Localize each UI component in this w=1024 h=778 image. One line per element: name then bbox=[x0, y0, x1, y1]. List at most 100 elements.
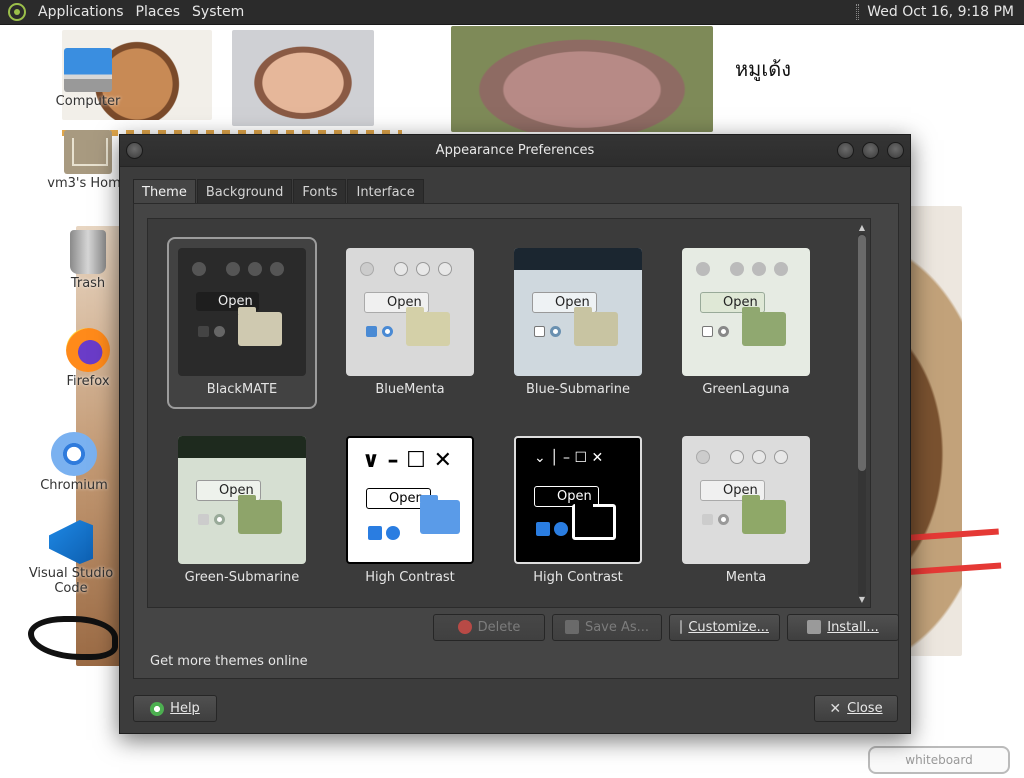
theme-name: BlueMenta bbox=[375, 382, 445, 397]
mini-radio bbox=[554, 522, 568, 536]
theme-name: Menta bbox=[725, 570, 767, 585]
mate-logo-icon[interactable] bbox=[8, 3, 26, 21]
mini-checkbox bbox=[534, 326, 545, 337]
vscode-icon bbox=[49, 520, 93, 564]
mini-button bbox=[730, 450, 744, 464]
menu-places[interactable]: Places bbox=[130, 4, 187, 20]
delete-icon bbox=[457, 620, 472, 634]
theme-thumbnail: Open bbox=[514, 248, 642, 376]
close-x-icon: ✕ bbox=[829, 700, 842, 717]
help-button[interactable]: Help bbox=[133, 695, 217, 722]
whiteboard-watermark: whiteboard bbox=[868, 746, 1010, 774]
tab-fonts[interactable]: Fonts bbox=[293, 179, 347, 205]
menu-system[interactable]: System bbox=[186, 4, 250, 20]
tab-background[interactable]: Background bbox=[196, 179, 293, 205]
close-window-button[interactable] bbox=[887, 142, 904, 159]
theme-name: Blue-Submarine bbox=[525, 382, 631, 397]
theme-item-blue-submarine[interactable]: Open Blue-Submarine bbox=[503, 237, 653, 409]
mini-button bbox=[226, 262, 240, 276]
firefox-icon bbox=[66, 328, 110, 372]
maximize-button[interactable] bbox=[862, 142, 879, 159]
theme-thumbnail: Open bbox=[682, 248, 810, 376]
close-button[interactable]: ✕ Close bbox=[814, 695, 898, 722]
customize-icon bbox=[680, 620, 683, 634]
tab-theme[interactable]: Theme bbox=[133, 179, 196, 205]
mini-radio bbox=[214, 326, 225, 337]
menu-applications[interactable]: Applications bbox=[32, 4, 130, 20]
mini-radio bbox=[382, 326, 393, 337]
save-icon bbox=[564, 620, 579, 634]
folder-icon bbox=[742, 495, 786, 534]
theme-name: GreenLaguna bbox=[702, 382, 790, 397]
scroll-down-arrow-icon[interactable]: ▼ bbox=[857, 595, 867, 604]
install-button-label: Install... bbox=[827, 619, 879, 635]
save-as-button-label: Save As... bbox=[584, 619, 650, 635]
mini-button bbox=[752, 450, 766, 464]
gallery-scrollbar[interactable]: ▲ ▼ bbox=[857, 223, 867, 605]
mini-titlebar bbox=[178, 436, 306, 458]
theme-name: Green-Submarine bbox=[184, 570, 300, 585]
mini-checkbox bbox=[368, 526, 382, 540]
get-more-themes-link[interactable]: Get more themes online bbox=[150, 654, 308, 669]
mini-button bbox=[438, 262, 452, 276]
folder-icon bbox=[574, 307, 618, 346]
tab-interface[interactable]: Interface bbox=[347, 179, 424, 205]
install-button[interactable]: Install... bbox=[787, 613, 899, 641]
mini-button bbox=[248, 262, 262, 276]
scroll-up-arrow-icon[interactable]: ▲ bbox=[857, 223, 867, 232]
desktop-icon-chromium[interactable]: Chromium bbox=[24, 432, 124, 493]
theme-item-green-submarine[interactable]: Open Green-Submarine bbox=[167, 425, 317, 597]
mini-button bbox=[774, 450, 788, 464]
home-folder-icon bbox=[64, 130, 112, 174]
theme-gallery[interactable]: Open BlackMATE Open BlueMenta Open Blue-… bbox=[147, 218, 871, 608]
desktop-icon-vscode[interactable]: Visual Studio Code bbox=[16, 520, 126, 596]
close-button-label: Close bbox=[847, 701, 883, 716]
theme-name: BlackMATE bbox=[206, 382, 278, 397]
wallpaper-photo-2 bbox=[232, 30, 374, 126]
scrollbar-thumb[interactable] bbox=[858, 235, 866, 471]
theme-item-high-contrast-dark[interactable]: ⌄ │ – ☐ ✕ Open High Contrast bbox=[503, 425, 653, 597]
theme-item-high-contrast-light[interactable]: ∨ – ☐ ✕ Open High Contrast bbox=[335, 425, 485, 597]
minimize-button[interactable] bbox=[837, 142, 854, 159]
theme-item-bluementa[interactable]: Open BlueMenta bbox=[335, 237, 485, 409]
mini-titlebar bbox=[514, 248, 642, 270]
mini-button bbox=[696, 450, 710, 464]
theme-thumbnail: ⌄ │ – ☐ ✕ Open bbox=[514, 436, 642, 564]
dialog-title: Appearance Preferences bbox=[435, 143, 595, 158]
mini-checkbox bbox=[366, 326, 377, 337]
delete-button-label: Delete bbox=[477, 619, 521, 635]
mini-button bbox=[416, 262, 430, 276]
panel-separator bbox=[856, 4, 860, 20]
delete-button[interactable]: Delete bbox=[433, 613, 545, 641]
wallpaper-scribble-red bbox=[898, 528, 1002, 576]
theme-item-blackmate[interactable]: Open BlackMATE bbox=[167, 237, 317, 409]
save-as-button[interactable]: Save As... bbox=[552, 613, 662, 641]
mini-checkbox bbox=[198, 514, 209, 525]
theme-item-menta[interactable]: Open Menta bbox=[671, 425, 821, 597]
theme-name: High Contrast bbox=[533, 570, 623, 585]
theme-thumbnail: Open bbox=[178, 436, 306, 564]
folder-icon bbox=[406, 307, 450, 346]
mini-button bbox=[730, 262, 744, 276]
theme-thumbnail: Open bbox=[682, 436, 810, 564]
customize-button[interactable]: Customize... bbox=[669, 613, 780, 641]
customize-button-label: Customize... bbox=[688, 619, 769, 635]
mini-button bbox=[394, 262, 408, 276]
mini-button bbox=[752, 262, 766, 276]
wallpaper-thai-text: หมูเด้ง bbox=[735, 57, 791, 81]
window-menu-button[interactable] bbox=[126, 142, 143, 159]
top-panel: Applications Places System Wed Oct 16, 9… bbox=[0, 0, 1024, 25]
desktop-icon-computer[interactable]: Computer bbox=[38, 48, 138, 109]
mini-radio bbox=[214, 514, 225, 525]
folder-icon bbox=[742, 307, 786, 346]
clock[interactable]: Wed Oct 16, 9:18 PM bbox=[867, 4, 1014, 20]
mini-button bbox=[360, 262, 374, 276]
wallpaper-photo-hippo bbox=[451, 26, 713, 132]
desktop-icon-label: Chromium bbox=[40, 478, 108, 493]
dialog-titlebar[interactable]: Appearance Preferences bbox=[120, 135, 910, 167]
folder-icon bbox=[420, 495, 460, 534]
install-icon bbox=[807, 620, 822, 634]
theme-item-greenlaguna[interactable]: Open GreenLaguna bbox=[671, 237, 821, 409]
mini-radio bbox=[718, 514, 729, 525]
mini-button bbox=[192, 262, 206, 276]
